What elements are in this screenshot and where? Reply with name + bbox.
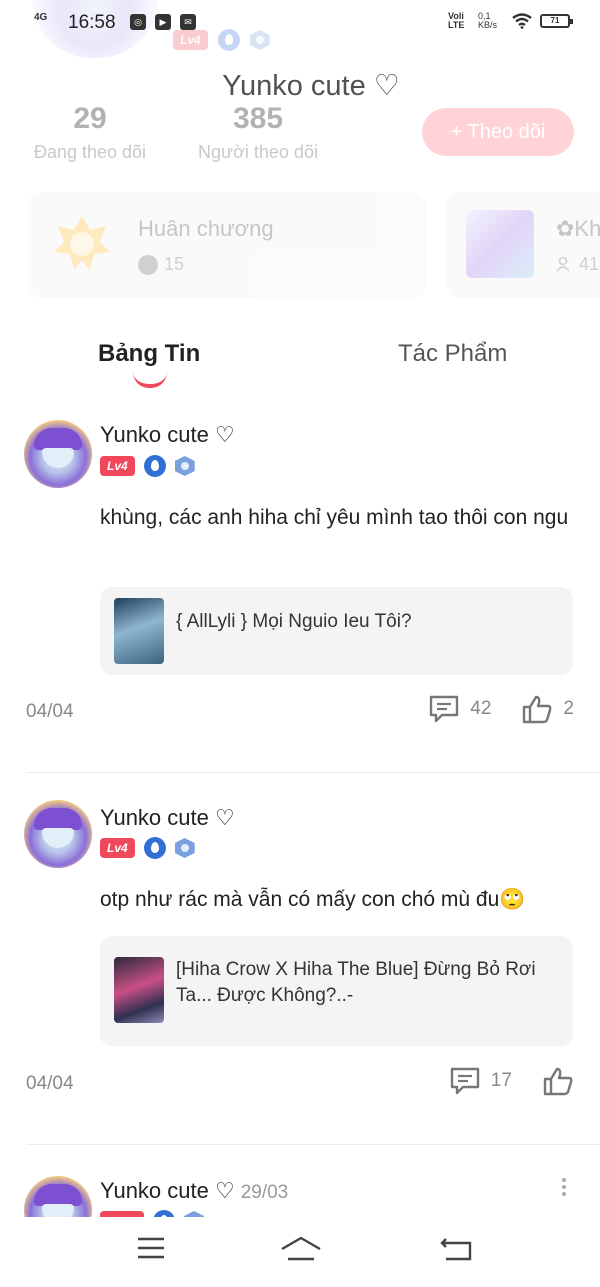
post-divider: [26, 772, 600, 773]
medal-card[interactable]: Huân chương 15: [28, 192, 426, 298]
network-indicator: 4G: [34, 12, 48, 23]
attachment-cover: [114, 957, 164, 1023]
wifi-icon: [512, 13, 532, 29]
like-count: 2: [563, 698, 574, 719]
medal-count-row: 15: [138, 254, 184, 275]
post-author-name[interactable]: Yunko cute ♡: [100, 422, 235, 448]
club-thumbnail: [466, 210, 534, 278]
level-badge: Lv4: [100, 456, 135, 476]
menu-icon[interactable]: [136, 1235, 166, 1261]
attachment-title: { AllLyli } Mọi Nguio Ieu Tôi?: [176, 611, 412, 632]
more-icon[interactable]: [562, 1178, 568, 1196]
followers-stat[interactable]: 385 Người theo dõi: [190, 102, 326, 163]
profile-name: Yunko cute ♡: [222, 70, 400, 102]
post-attachment[interactable]: [Hiha Crow X Hiha The Blue] Đừng Bỏ Rơi …: [100, 936, 573, 1046]
members-icon: [556, 256, 570, 272]
youtube-icon: ▶: [155, 14, 171, 30]
club-card[interactable]: ✿Kh 41: [446, 192, 600, 298]
tab-works[interactable]: Tác Phẩm: [398, 340, 507, 368]
attachment-cover: [114, 598, 164, 664]
status-right: Voli LTE 0,1 KB/s 71: [448, 11, 573, 30]
home-icon[interactable]: [280, 1235, 322, 1263]
comment-count: 42: [470, 698, 492, 719]
following-stat[interactable]: 29 Đang theo dõi: [26, 102, 154, 163]
tab-active-indicator: [133, 372, 167, 388]
attachment-title: [Hiha Crow X Hiha The Blue] Đừng Bỏ Rơi …: [176, 959, 536, 1006]
post-text[interactable]: otp như rác mà vẫn có mấy con chó mù đu🙄: [100, 883, 580, 917]
post-author-name[interactable]: Yunko cute ♡: [100, 1178, 235, 1203]
clock: 16:58: [68, 12, 116, 33]
level-badge: Lv4: [100, 838, 135, 858]
post-author-badges: Lv4: [100, 455, 195, 477]
post-date: 29/03: [240, 1182, 289, 1203]
back-icon[interactable]: [440, 1235, 474, 1263]
post-actions: 17: [449, 1066, 574, 1096]
medal-title: Huân chương: [138, 216, 274, 241]
followers-count: 385: [232, 102, 284, 135]
follow-button[interactable]: + Theo dõi: [422, 108, 574, 156]
post-date: 04/04: [26, 1073, 74, 1094]
followers-label: Người theo dõi: [198, 142, 318, 162]
hexagon-badge-icon: [174, 838, 195, 858]
mail-icon: ✉: [180, 14, 196, 30]
post-author-badges: Lv4: [100, 837, 195, 859]
post-actions: 42 2: [428, 694, 574, 724]
droplet-badge-icon: [143, 837, 166, 859]
post-author-name[interactable]: Yunko cute ♡: [100, 805, 235, 831]
club-member-count: 41: [556, 254, 599, 275]
medal-count: 15: [164, 254, 185, 274]
battery-indicator: 71: [540, 14, 573, 28]
hexagon-badge-icon: [174, 456, 195, 476]
like-icon[interactable]: [521, 694, 553, 724]
droplet-badge-icon: [143, 455, 166, 477]
club-title: ✿Kh: [556, 216, 600, 241]
comment-count: 17: [490, 1070, 512, 1091]
app-notification-icon: ◎: [130, 14, 146, 30]
tab-feed[interactable]: Bảng Tin: [98, 340, 200, 368]
post-text[interactable]: khùng, các anh hiha chỉ yêu mình tao thô…: [100, 501, 580, 535]
like-icon[interactable]: [542, 1066, 574, 1096]
post-date: 04/04: [26, 701, 74, 722]
star-circle-icon: [138, 254, 158, 275]
status-bar: 4G 16:58 ◎ ▶ ✉ Voli LTE 0,1 KB/s 71: [0, 0, 600, 46]
speed-indicator: 0,1 KB/s: [478, 11, 498, 30]
system-nav-bar: [0, 1217, 600, 1287]
post-author-avatar[interactable]: [24, 420, 92, 488]
following-label: Đang theo dõi: [33, 142, 147, 162]
post-author-header: Yunko cute ♡ 29/03: [100, 1178, 288, 1204]
volte-indicator: Voli LTE: [448, 11, 465, 30]
comment-icon[interactable]: [428, 694, 460, 724]
following-count: 29: [73, 102, 107, 135]
post-divider: [26, 1144, 600, 1145]
post-author-avatar[interactable]: [24, 800, 92, 868]
post-attachment[interactable]: { AllLyli } Mọi Nguio Ieu Tôi?: [100, 587, 573, 675]
medal-icon: [54, 216, 110, 270]
comment-icon[interactable]: [449, 1066, 481, 1096]
